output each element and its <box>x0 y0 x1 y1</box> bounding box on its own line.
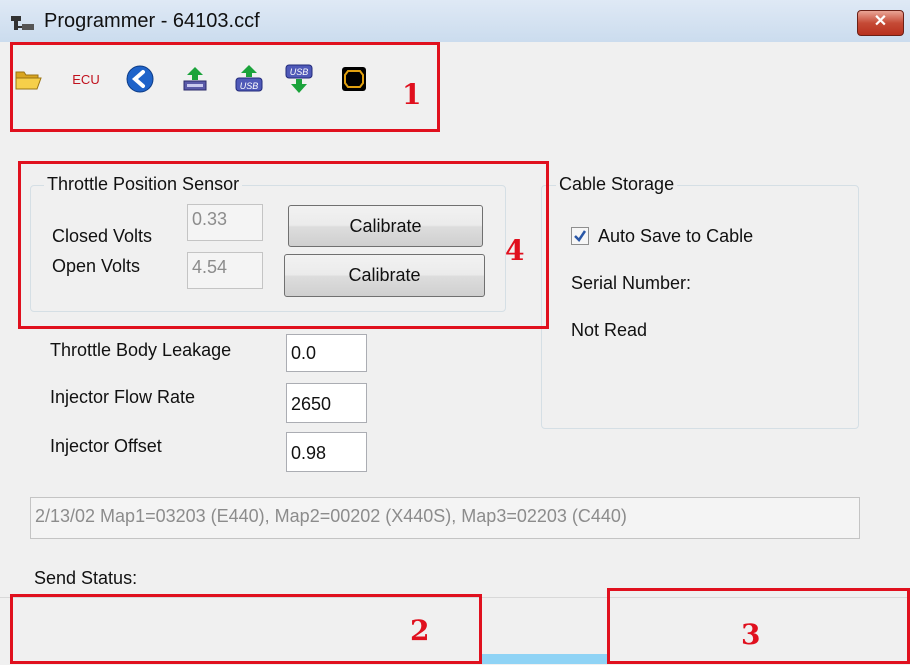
title-bar[interactable]: Programmer - 64103.ccf ✕ <box>0 0 910 43</box>
injector-flow-rate-label: Injector Flow Rate <box>50 387 196 407</box>
annotation-box-4 <box>18 161 549 329</box>
annotation-label-4: 4 <box>505 234 525 267</box>
checkmark-icon <box>574 230 587 242</box>
throttle-body-leakage-label: Throttle Body Leakage <box>50 340 232 360</box>
auto-save-label[interactable]: Auto Save to Cable <box>598 226 753 247</box>
status-progress-fill <box>480 654 610 664</box>
annotation-label-3: 3 <box>741 618 761 651</box>
injector-offset-field[interactable]: 0.98 <box>286 432 367 472</box>
programmer-window: Programmer - 64103.ccf ✕ ECU USB USB Thr… <box>0 0 910 665</box>
annotation-box-1 <box>10 42 440 132</box>
app-icon <box>10 14 36 34</box>
cable-storage-title: Cable Storage <box>556 174 678 195</box>
serial-number-label: Serial Number: <box>571 273 692 293</box>
close-button[interactable]: ✕ <box>857 10 904 36</box>
map-info-field[interactable]: 2/13/02 Map1=03203 (E440), Map2=00202 (X… <box>30 497 860 539</box>
send-status-label: Send Status: <box>34 568 138 588</box>
close-icon: ✕ <box>873 13 888 30</box>
serial-number-value: Not Read <box>571 320 648 340</box>
auto-save-checkbox[interactable] <box>571 227 589 245</box>
throttle-body-leakage-field[interactable]: 0.0 <box>286 334 367 372</box>
injector-offset-label: Injector Offset <box>50 436 162 456</box>
annotation-label-2: 2 <box>410 614 430 647</box>
window-title: Programmer - 64103.ccf <box>44 10 260 32</box>
annotation-label-1: 1 <box>402 78 422 111</box>
injector-flow-rate-field[interactable]: 2650 <box>286 383 367 423</box>
cable-storage-group <box>541 185 859 429</box>
